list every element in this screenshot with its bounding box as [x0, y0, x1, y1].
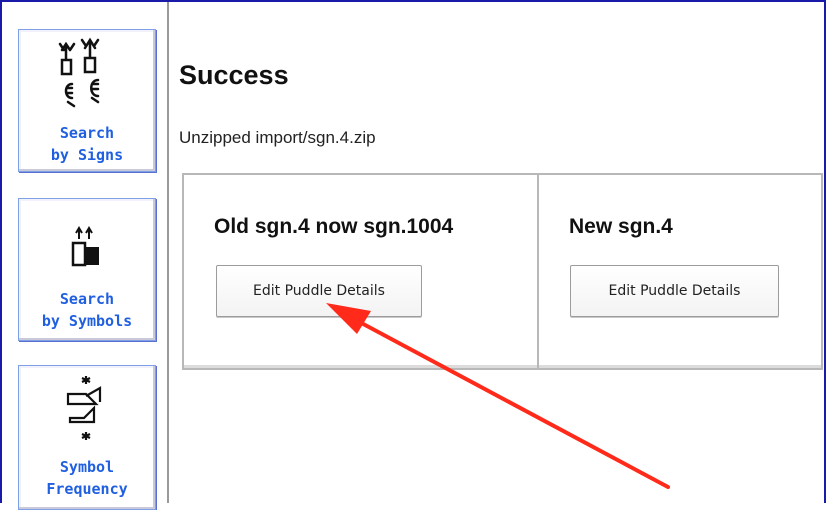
- edit-puddle-details-button-new[interactable]: Edit Puddle Details: [570, 265, 779, 317]
- main-content: Success Unzipped import/sgn.4.zip Old sg…: [169, 2, 824, 503]
- symbol-frequency-label: Symbol Frequency: [46, 458, 128, 498]
- old-puddle-heading: Old sgn.4 now sgn.1004: [214, 215, 454, 238]
- edit-puddle-details-button-old[interactable]: Edit Puddle Details: [216, 265, 422, 317]
- search-by-signs-button[interactable]: Search by Signs: [18, 29, 156, 172]
- hand-signs-icon: [19, 36, 155, 118]
- symbol-frequency-icon: [19, 374, 155, 454]
- new-puddle-heading: New sgn.4: [569, 215, 673, 238]
- old-puddle-panel: Old sgn.4 now sgn.1004 Edit Puddle Detai…: [182, 173, 539, 370]
- search-by-signs-label: Search by Signs: [50, 124, 124, 164]
- search-by-symbols-button[interactable]: Search by Symbols: [18, 198, 156, 341]
- page-title: Success: [179, 60, 289, 90]
- symbol-blocks-icon: [19, 225, 155, 269]
- status-message: Unzipped import/sgn.4.zip: [179, 128, 376, 147]
- symbol-frequency-button[interactable]: Symbol Frequency: [18, 365, 156, 510]
- sidebar: Search by Signs Search by Symbols Symbol…: [2, 2, 169, 510]
- new-puddle-panel: New sgn.4 Edit Puddle Details: [537, 173, 823, 370]
- search-by-symbols-label: Search by Symbols: [41, 290, 133, 330]
